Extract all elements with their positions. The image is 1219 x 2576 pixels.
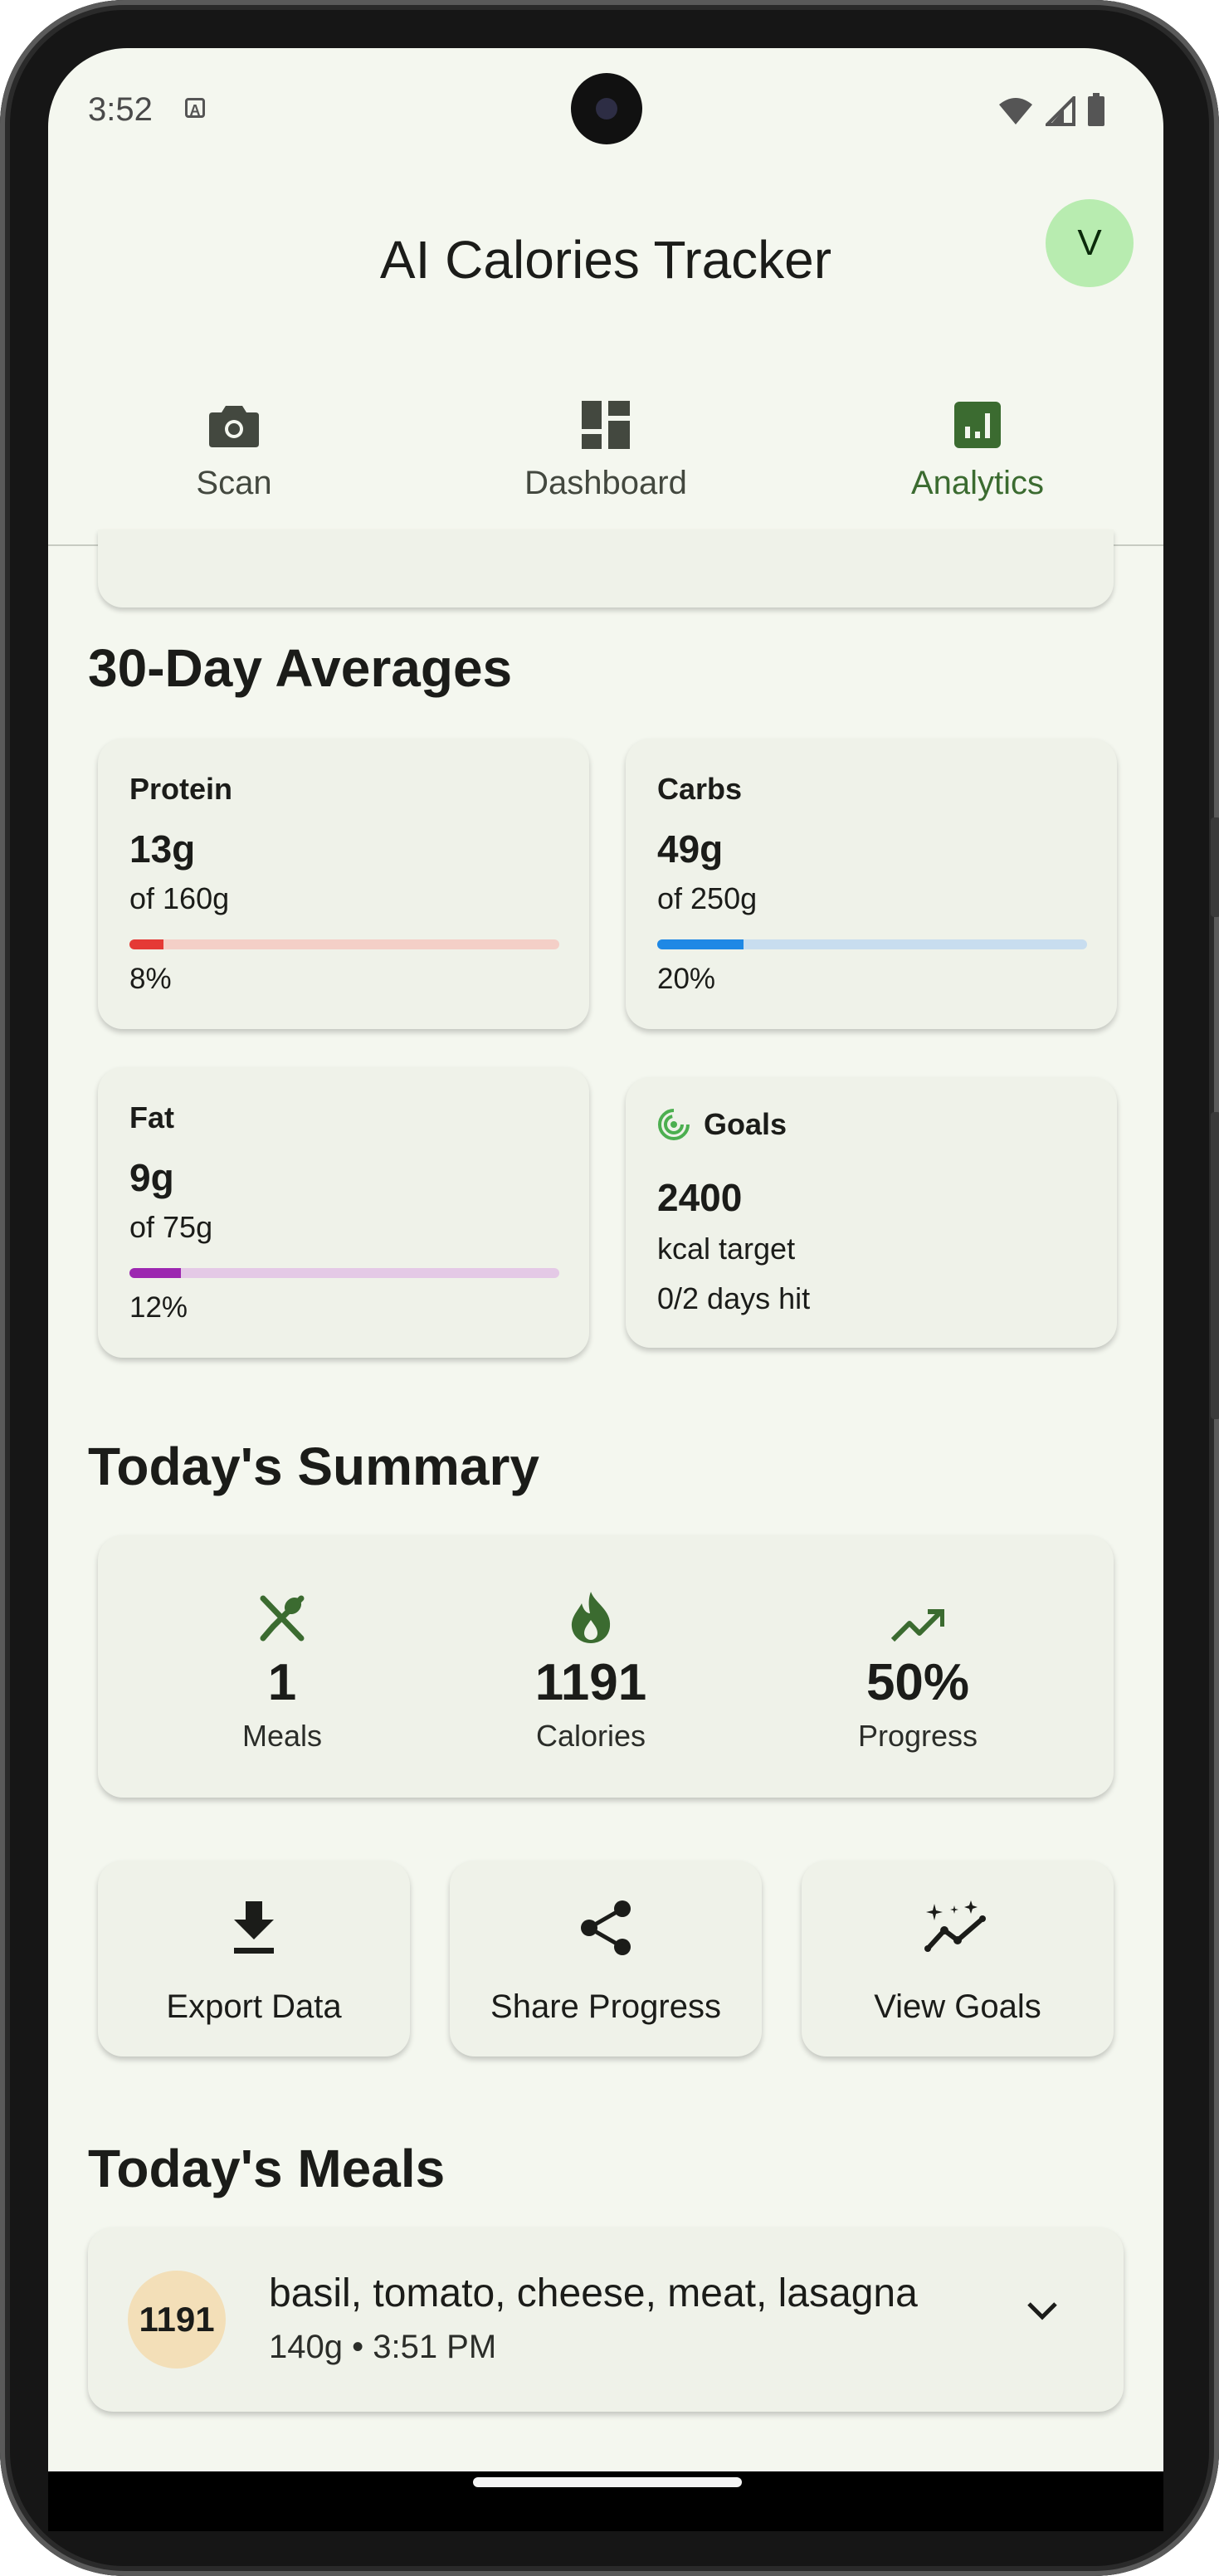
summary-meals: 1 Meals [158,1535,407,1754]
volume-button [1211,817,1219,917]
phone-frame: 3:52 A AI Calories Tracker V Scan Dashbo… [0,0,1219,2576]
screen: 3:52 A AI Calories Tracker V Scan Dashbo… [48,48,1163,2473]
a-icon: A [185,98,205,119]
protein-label: Protein [129,772,233,806]
carbs-progress-fill [657,939,744,949]
avatar[interactable]: V [1046,199,1134,287]
goals-days: 0/2 days hit [657,1281,811,1315]
fat-percent: 12% [129,1291,188,1324]
view-goals-button[interactable]: View Goals [802,1861,1114,2056]
summary-title: Today's Summary [88,1437,539,1496]
progress-value: 50% [865,1654,970,1711]
carbs-target: of 250g [657,881,758,915]
protein-progress-fill [129,939,164,949]
meal-meta: 140g • 3:51 PM [269,2329,497,2365]
progress-label: Progress [857,1719,978,1753]
meal-calories-badge: 1191 [128,2271,226,2369]
fat-label: Fat [129,1100,174,1134]
tab-bar: Scan Dashboard Analytics [48,380,1163,546]
view-goals-label: View Goals [874,1988,1041,2025]
summary-progress: 50% Progress [793,1535,1042,1754]
chevron-down-icon[interactable] [1026,2300,1059,2322]
dashboard-icon [582,401,630,449]
status-time: 3:52 [88,91,153,128]
app-title: AI Calories Tracker [379,230,832,290]
flame-icon [571,1592,611,1643]
carbs-card: Carbs 49g of 250g 20% [626,739,1117,1029]
protein-target: of 160g [129,881,230,915]
tab-scan[interactable]: Scan [48,395,420,502]
meal-name: basil, tomato, cheese, meat, lasagna [269,2271,918,2315]
home-indicator[interactable] [473,2477,742,2487]
share-progress-button[interactable]: Share Progress [450,1861,762,2056]
protein-value: 13g [129,827,196,871]
meals-label: Meals [241,1719,323,1753]
goals-unit: kcal target [657,1232,796,1266]
export-data-label: Export Data [166,1988,342,2025]
summary-card: 1 Meals 1191 Calories 50% Progress [98,1535,1114,1798]
protein-progress-bar [129,939,559,949]
carbs-percent: 20% [657,963,716,995]
calories-label: Calories [535,1719,646,1753]
battery-icon [1088,93,1104,126]
tab-analytics-label: Analytics [910,465,1045,501]
carbs-value: 49g [657,827,724,871]
power-button [1211,1112,1219,1419]
status-bar: 3:52 A [48,48,1163,156]
meals-title: Today's Meals [88,2139,446,2198]
sparkle-chart-icon [924,1900,986,1952]
protein-percent: 8% [129,963,172,995]
tab-dashboard-label: Dashboard [524,465,687,501]
tab-dashboard[interactable]: Dashboard [420,395,792,502]
previous-card [98,529,1114,607]
tab-scan-label: Scan [196,465,272,501]
goals-label: Goals [704,1107,787,1141]
fat-target: of 75g [129,1210,213,1244]
front-camera [571,73,642,144]
download-icon [234,1901,274,1954]
share-icon [581,1900,631,1955]
wifi-icon [999,98,1032,124]
meals-count: 1 [267,1654,297,1711]
trending-up-icon [891,1609,944,1642]
target-icon [658,1109,690,1140]
fat-progress-fill [129,1268,182,1278]
calories-value: 1191 [534,1654,647,1711]
goals-card: Goals 2400 kcal target 0/2 days hit [626,1077,1117,1348]
analytics-icon [954,402,1001,448]
camera-icon [209,406,259,447]
protein-card: Protein 13g of 160g 8% [98,739,589,1029]
fat-card: Fat 9g of 75g 12% [98,1067,589,1358]
export-data-button[interactable]: Export Data [98,1861,410,2056]
averages-title: 30-Day Averages [88,638,513,698]
fat-progress-bar [129,1268,559,1278]
carbs-progress-bar [657,939,1087,949]
summary-calories: 1191 Calories [466,1535,715,1754]
fat-value: 9g [129,1156,174,1199]
carbs-label: Carbs [657,772,743,806]
status-icons [997,93,1105,126]
tab-analytics[interactable]: Analytics [792,395,1163,502]
utensils-icon [260,1595,305,1642]
goals-header: Goals [657,1107,787,1142]
signal-icon [1046,96,1075,126]
meal-item[interactable]: 1191 basil, tomato, cheese, meat, lasagn… [88,2227,1124,2412]
share-progress-label: Share Progress [490,1988,721,2025]
goals-value: 2400 [657,1176,743,1219]
